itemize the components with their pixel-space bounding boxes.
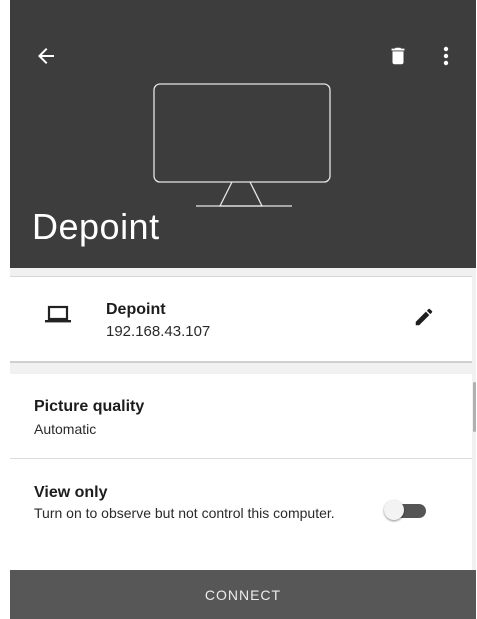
device-name: Depoint — [106, 301, 166, 318]
picture-quality-row[interactable]: Picture quality Automatic — [10, 374, 472, 459]
view-only-description: Turn on to observe but not control this … — [34, 505, 335, 521]
arrow-left-icon — [38, 48, 54, 64]
header: Depoint — [10, 0, 476, 268]
pencil-icon — [415, 308, 433, 326]
monitor-icon — [153, 83, 331, 207]
scrollbar[interactable] — [473, 382, 476, 432]
device-card[interactable]: Depoint 192.168.43.107 — [10, 276, 472, 363]
settings-list: Picture quality Automatic View only Turn… — [10, 374, 472, 571]
trash-icon — [391, 47, 405, 65]
device-ip: 192.168.43.107 — [106, 323, 211, 340]
page-title: Depoint — [32, 206, 160, 247]
view-only-title: View only — [34, 484, 108, 501]
more-options-button[interactable] — [430, 38, 462, 74]
toggle-thumb — [384, 500, 404, 520]
laptop-icon — [45, 305, 71, 323]
view-only-row[interactable]: View only Turn on to observe but not con… — [10, 460, 472, 571]
connect-button[interactable]: CONNECT — [10, 570, 476, 619]
back-button[interactable] — [28, 38, 64, 74]
app-screen: Depoint Depoint 192.168.43.107 Picture q… — [10, 0, 476, 619]
delete-button[interactable] — [380, 38, 416, 74]
more-vert-icon — [443, 46, 449, 66]
view-only-toggle[interactable] — [384, 500, 426, 520]
picture-quality-value: Automatic — [34, 421, 97, 437]
edit-device-button[interactable] — [408, 301, 440, 333]
picture-quality-title: Picture quality — [34, 398, 145, 415]
